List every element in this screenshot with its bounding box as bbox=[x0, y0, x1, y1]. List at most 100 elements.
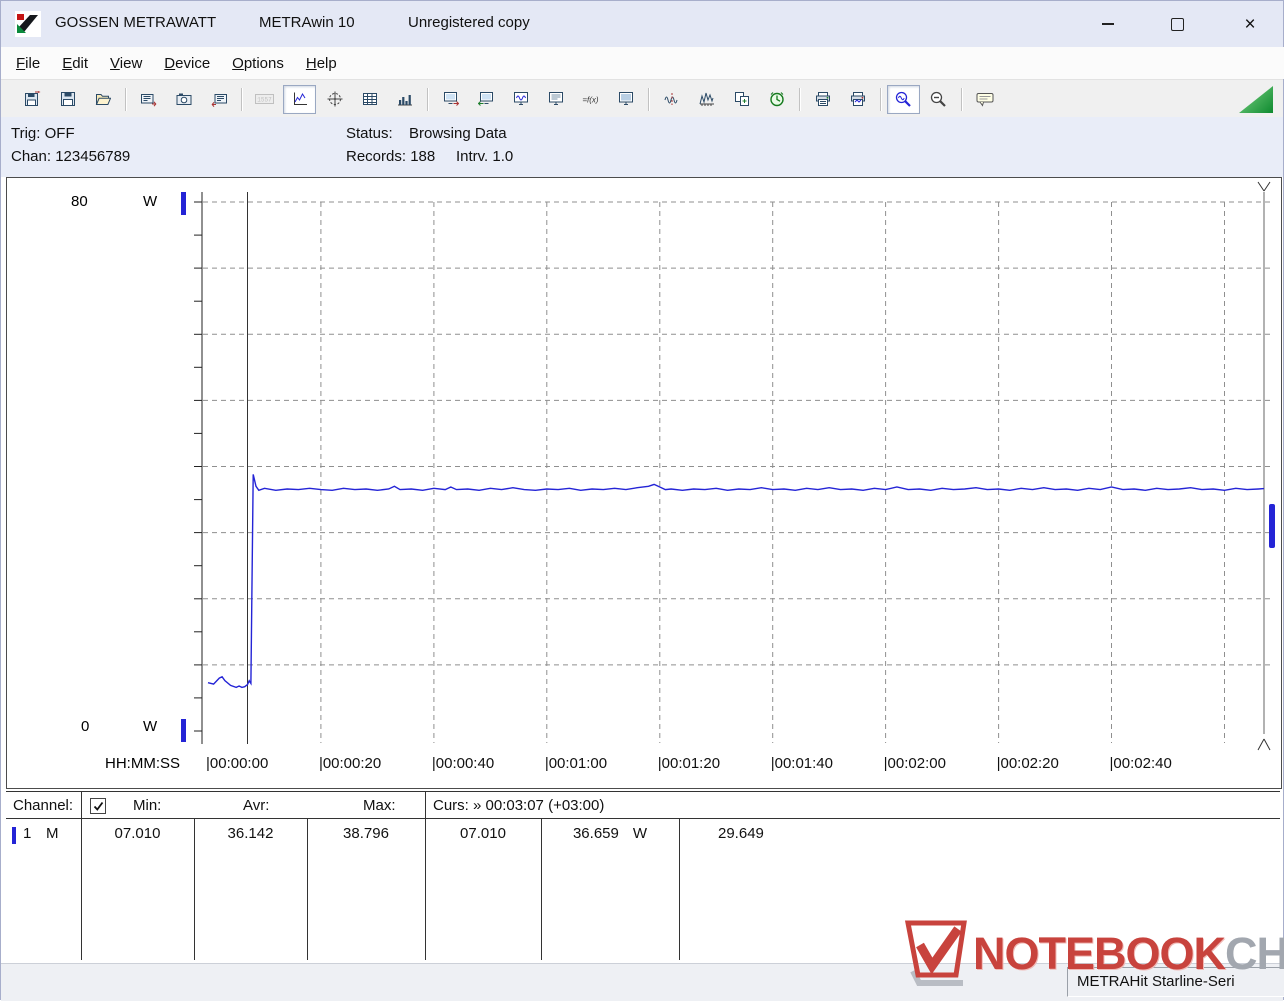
menu-bar: File Edit View Device Options Help bbox=[1, 47, 1284, 79]
y-axis-min-label: 0 bbox=[81, 718, 90, 735]
svg-text:1557: 1557 bbox=[257, 97, 272, 104]
status-label: Status: bbox=[346, 125, 393, 142]
save-button[interactable] bbox=[16, 85, 49, 114]
cell-cursor2: 36.659 W bbox=[572, 825, 648, 842]
cell-channel-number: 1 bbox=[23, 825, 32, 842]
chart-plot[interactable] bbox=[7, 178, 1279, 786]
notebookcheck-watermark: NOTEBOOK CHECK bbox=[897, 917, 1284, 989]
cell-channel-mode: M bbox=[46, 825, 59, 842]
resize-grip bbox=[1239, 86, 1273, 113]
x-axis-title: HH:MM:SS bbox=[105, 755, 180, 772]
svg-text:=f(x): =f(x) bbox=[582, 96, 599, 105]
toolbar: 1557 =f(x) bbox=[1, 79, 1283, 118]
toolbar-separator bbox=[799, 87, 800, 111]
x-axis-tick-label: |00:02:00 bbox=[883, 755, 946, 772]
records-count: Records: 188 bbox=[346, 148, 436, 165]
watermark-text-notebook: NOTEBOOK bbox=[973, 927, 1226, 979]
import-button[interactable] bbox=[202, 85, 235, 114]
status-value: Browsing Data bbox=[409, 125, 507, 142]
toolbar-separator bbox=[961, 87, 962, 111]
menu-options[interactable]: Options bbox=[221, 50, 295, 77]
toolbar-separator bbox=[427, 87, 428, 111]
maximize-button[interactable] bbox=[1154, 1, 1200, 47]
zoom-time-button[interactable] bbox=[887, 84, 920, 114]
window-title-vendor: GOSSEN METRAWATT bbox=[55, 14, 217, 31]
menu-edit[interactable]: Edit bbox=[51, 50, 99, 77]
curve-scale-button[interactable] bbox=[690, 85, 723, 114]
print-button[interactable] bbox=[806, 85, 839, 114]
device-memory-button[interactable] bbox=[609, 85, 642, 114]
chart-view-button[interactable] bbox=[283, 84, 316, 114]
print-graph-button[interactable] bbox=[841, 85, 874, 114]
channel-right-marker bbox=[1269, 504, 1275, 548]
device-receive-button[interactable] bbox=[469, 85, 502, 114]
header-cursor: Curs: » 00:03:07 (+03:00) bbox=[433, 797, 605, 814]
export-button[interactable] bbox=[132, 85, 165, 114]
trigger-status: Trig: OFF bbox=[11, 125, 75, 142]
y-axis-max-label: 80 bbox=[71, 193, 88, 210]
cell-avr: 36.142 bbox=[227, 825, 274, 842]
analog-view-button[interactable] bbox=[318, 85, 351, 114]
cell-unit: W bbox=[632, 825, 648, 842]
timer-button[interactable] bbox=[760, 85, 793, 114]
toolbar-separator bbox=[880, 87, 881, 111]
watermark-text-check: CHECK bbox=[1225, 927, 1284, 979]
header-max: Max: bbox=[363, 797, 396, 814]
x-axis-tick-label: |00:00:20 bbox=[318, 755, 382, 772]
close-button[interactable]: × bbox=[1227, 1, 1273, 47]
header-avr: Avr: bbox=[243, 797, 270, 814]
cell-delta: 29.649 bbox=[718, 825, 764, 842]
copy-values-button[interactable] bbox=[725, 85, 758, 114]
histogram-view-button[interactable] bbox=[388, 85, 421, 114]
meter-display-button: 1557 bbox=[248, 85, 281, 114]
x-axis-tick-label: |00:01:20 bbox=[657, 755, 721, 772]
window-title-app: METRAwin 10 bbox=[259, 14, 355, 31]
channel-visible-checkbox[interactable] bbox=[90, 798, 106, 814]
curve-compress-button[interactable] bbox=[655, 85, 688, 114]
maximize-icon bbox=[1170, 17, 1184, 31]
toolbar-separator bbox=[648, 87, 649, 111]
channel-marker-bottom bbox=[181, 719, 186, 742]
menu-file[interactable]: File bbox=[5, 50, 51, 77]
cell-cursor1: 07.010 bbox=[460, 825, 506, 842]
zoom-reset-button[interactable] bbox=[922, 85, 955, 114]
menu-view[interactable]: View bbox=[99, 50, 153, 77]
cell-max: 38.796 bbox=[343, 825, 389, 842]
chart-panel: 80 W 0 W HH:MM:SS |00:00:00 |00:00:20 |00:… bbox=[6, 177, 1282, 789]
menu-device[interactable]: Device bbox=[153, 50, 221, 77]
x-axis-tick-label: |00:00:40 bbox=[431, 755, 495, 772]
app-icon bbox=[15, 11, 41, 37]
header-min: Min: bbox=[133, 797, 162, 814]
column-divider bbox=[81, 792, 82, 960]
window-title-license: Unregistered copy bbox=[408, 14, 530, 31]
notebookcheck-logo-icon bbox=[904, 920, 967, 986]
toolbar-separator bbox=[125, 87, 126, 111]
check-icon bbox=[93, 801, 103, 811]
device-screen-button[interactable] bbox=[539, 85, 572, 114]
menu-help[interactable]: Help bbox=[295, 50, 348, 77]
table-header-divider bbox=[6, 818, 1280, 819]
minimize-button[interactable] bbox=[1085, 1, 1131, 47]
device-send-button[interactable] bbox=[434, 85, 467, 114]
column-divider bbox=[425, 792, 426, 960]
y-axis-unit-bottom: W bbox=[143, 718, 158, 735]
y-axis-unit-top: W bbox=[143, 193, 158, 210]
header-channel: Channel: bbox=[13, 797, 74, 814]
toolbar-separator bbox=[241, 87, 242, 111]
title-bar: GOSSEN METRAWATT METRAwin 10 Unregistere… bbox=[1, 1, 1283, 47]
snapshot-button[interactable] bbox=[167, 85, 200, 114]
channel-list: Chan: 123456789 bbox=[11, 148, 131, 165]
annotate-button[interactable] bbox=[968, 85, 1001, 114]
status-panel: Trig: OFF Chan: 123456789 Status: Browsi… bbox=[1, 117, 1283, 177]
device-live-button[interactable] bbox=[504, 85, 537, 114]
x-axis-tick-label: |00:01:00 bbox=[544, 755, 608, 772]
x-axis-tick-label: |00:00:00 bbox=[206, 755, 269, 772]
cell-min: 07.010 bbox=[114, 825, 161, 842]
formula-button[interactable]: =f(x) bbox=[574, 85, 607, 114]
close-icon: × bbox=[1244, 13, 1256, 35]
x-axis-tick-label: |00:02:40 bbox=[1109, 755, 1172, 772]
x-axis-tick-label: |00:01:40 bbox=[770, 755, 833, 772]
open-button[interactable] bbox=[86, 85, 119, 114]
save-as-button[interactable] bbox=[51, 85, 84, 114]
table-view-button[interactable] bbox=[353, 85, 386, 114]
